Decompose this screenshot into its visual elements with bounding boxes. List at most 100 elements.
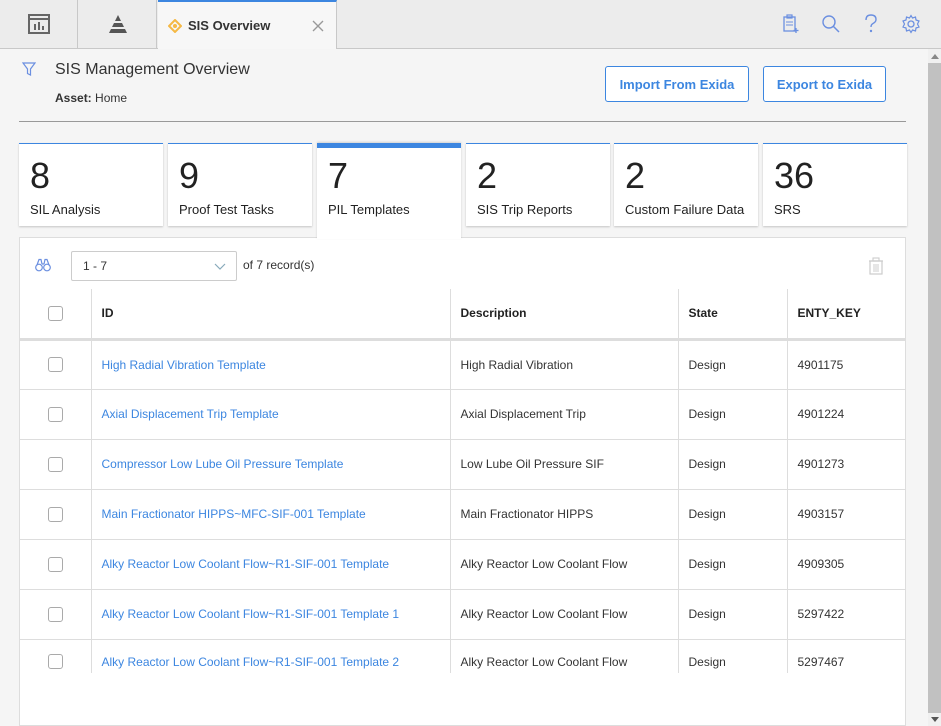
scroll-thumb[interactable]	[928, 63, 941, 713]
of-label: of	[243, 258, 254, 272]
row-id-link[interactable]: Compressor Low Lube Oil Pressure Templat…	[90, 438, 451, 490]
card-label: SRS	[774, 202, 801, 217]
row-checkbox[interactable]	[47, 456, 63, 472]
table-header-row: ID Description State ENTY_KEY	[20, 289, 905, 341]
row-description: Main Fractionator HIPPS	[449, 488, 679, 540]
diamond-icon	[168, 18, 182, 33]
asset-breadcrumb: Asset: Home	[55, 91, 127, 105]
row-state: Design	[677, 488, 788, 540]
row-description: Alky Reactor Low Coolant Flow	[449, 638, 679, 673]
row-state: Design	[677, 338, 788, 390]
row-checkbox[interactable]	[47, 556, 63, 572]
row-checkbox[interactable]	[47, 606, 63, 622]
card-label: Proof Test Tasks	[179, 202, 274, 217]
help-icon[interactable]	[859, 12, 883, 36]
records-panel: 1 - 7 of 7 record(s) ID Description Stat…	[19, 237, 906, 726]
table-row[interactable]: Alky Reactor Low Coolant Flow~R1-SIF-001…	[20, 538, 905, 590]
row-description: Alky Reactor Low Coolant Flow	[449, 588, 679, 640]
row-state: Design	[677, 438, 788, 490]
card-custom-failure-data[interactable]: 2 Custom Failure Data	[614, 143, 758, 226]
table-row[interactable]: Axial Displacement Trip Template Axial D…	[20, 388, 905, 440]
column-header-enty-key[interactable]: ENTY_KEY	[786, 289, 905, 341]
select-all-checkbox[interactable]	[47, 305, 63, 321]
import-from-exida-button[interactable]: Import From Exida	[605, 66, 749, 102]
row-checkbox[interactable]	[47, 357, 63, 373]
table-row[interactable]: Main Fractionator HIPPS~MFC-SIF-001 Temp…	[20, 488, 905, 540]
record-range-select[interactable]: 1 - 7	[71, 251, 237, 281]
row-enty-key: 4903157	[786, 488, 905, 540]
table-row[interactable]: High Radial Vibration Template High Radi…	[20, 338, 905, 390]
search-icon[interactable]	[819, 12, 843, 36]
page-scrollbar[interactable]	[928, 49, 941, 726]
filter-icon[interactable]	[22, 62, 36, 76]
row-id-link[interactable]: Alky Reactor Low Coolant Flow~R1-SIF-001…	[90, 588, 451, 640]
gear-icon[interactable]	[899, 12, 923, 36]
card-count: 8	[30, 155, 51, 196]
card-label: Custom Failure Data	[625, 202, 745, 217]
row-select-cell	[20, 438, 92, 490]
row-id-link[interactable]: Alky Reactor Low Coolant Flow~R1-SIF-001…	[90, 638, 451, 673]
card-srs[interactable]: 36 SRS	[763, 143, 907, 226]
card-label: PIL Templates	[328, 202, 410, 217]
record-count: of 7 record(s)	[243, 258, 314, 272]
tab-label: SIS Overview	[188, 18, 271, 33]
clipboard-add-icon[interactable]	[779, 12, 803, 36]
table-row[interactable]: Compressor Low Lube Oil Pressure Templat…	[20, 438, 905, 490]
row-checkbox[interactable]	[47, 506, 63, 522]
row-enty-key: 5297467	[786, 638, 905, 673]
chevron-down-icon	[214, 263, 226, 270]
nav-tab-dashboard[interactable]	[0, 0, 78, 48]
card-count: 9	[179, 155, 200, 196]
card-label: SIS Trip Reports	[477, 202, 573, 217]
table-row[interactable]: Alky Reactor Low Coolant Flow~R1-SIF-001…	[20, 588, 905, 640]
card-sis-trip-reports[interactable]: 2 SIS Trip Reports	[466, 143, 610, 226]
header-divider	[19, 121, 906, 122]
row-select-cell	[20, 488, 92, 540]
card-count: 7	[328, 155, 349, 196]
row-enty-key: 4901175	[786, 338, 905, 390]
row-description: Axial Displacement Trip	[449, 388, 679, 440]
asset-value: Home	[95, 91, 128, 105]
scroll-down-arrow-icon[interactable]	[928, 712, 941, 726]
column-header-state[interactable]: State	[677, 289, 788, 341]
page-title: SIS Management Overview	[55, 61, 250, 78]
column-header-description[interactable]: Description	[449, 289, 679, 341]
row-select-cell	[20, 338, 92, 390]
close-icon[interactable]	[310, 18, 326, 34]
delete-icon[interactable]	[868, 257, 884, 275]
table-row[interactable]: Alky Reactor Low Coolant Flow~R1-SIF-001…	[20, 638, 905, 673]
row-id-link[interactable]: Alky Reactor Low Coolant Flow~R1-SIF-001…	[90, 538, 451, 590]
card-sil-analysis[interactable]: 8 SIL Analysis	[19, 143, 163, 226]
row-id-link[interactable]: Main Fractionator HIPPS~MFC-SIF-001 Temp…	[90, 488, 451, 540]
row-state: Design	[677, 638, 788, 673]
row-select-cell	[20, 538, 92, 590]
export-to-exida-button[interactable]: Export to Exida	[763, 66, 886, 102]
nav-tab-pyramid[interactable]	[79, 0, 157, 48]
pyramid-icon	[108, 15, 127, 33]
top-tab-bar: SIS Overview	[0, 0, 941, 49]
row-checkbox[interactable]	[47, 653, 63, 669]
binoculars-icon[interactable]	[35, 258, 51, 272]
scroll-up-arrow-icon[interactable]	[928, 49, 941, 63]
row-state: Design	[677, 388, 788, 440]
dashboard-icon	[27, 14, 50, 34]
asset-label: Asset:	[55, 91, 92, 105]
card-label: SIL Analysis	[30, 202, 101, 217]
card-proof-test-tasks[interactable]: 9 Proof Test Tasks	[168, 143, 312, 226]
row-state: Design	[677, 588, 788, 640]
row-id-link[interactable]: Axial Displacement Trip Template	[90, 388, 451, 440]
row-select-cell	[20, 388, 92, 440]
card-count: 2	[625, 155, 646, 196]
row-select-cell	[20, 638, 92, 673]
records-table: ID Description State ENTY_KEY High Radia…	[20, 289, 905, 673]
select-all-cell	[20, 289, 92, 341]
card-count: 2	[477, 155, 498, 196]
row-enty-key: 4909305	[786, 538, 905, 590]
row-id-link[interactable]: High Radial Vibration Template	[90, 338, 451, 390]
column-header-id[interactable]: ID	[90, 289, 451, 341]
row-description: Low Lube Oil Pressure SIF	[449, 438, 679, 490]
tab-sis-overview[interactable]: SIS Overview	[158, 0, 337, 49]
row-enty-key: 4901224	[786, 388, 905, 440]
card-pil-templates[interactable]: 7 PIL Templates	[317, 143, 461, 239]
row-checkbox[interactable]	[47, 406, 63, 422]
